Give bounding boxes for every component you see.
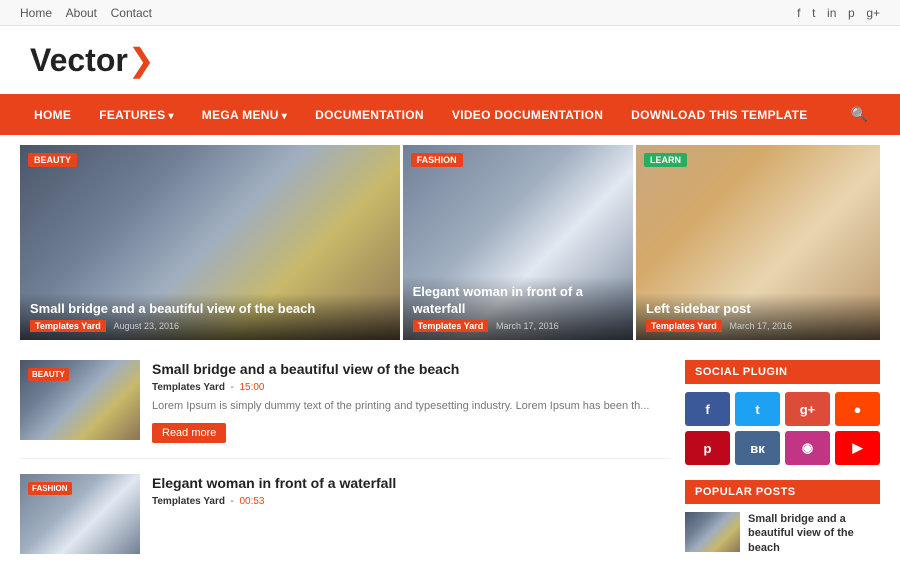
reddit-button[interactable]: ● bbox=[835, 392, 880, 426]
logo-arrow: ❯ bbox=[128, 42, 155, 78]
nav-links: HOME FEATURES MEGA MENU DOCUMENTATION VI… bbox=[20, 96, 822, 134]
featured-main-meta: Templates Yard August 23, 2016 bbox=[30, 321, 390, 332]
popular-posts-section: POPULAR POSTS Small bridge and a beautif… bbox=[685, 480, 880, 555]
social-grid: f t g+ ● p вк ◉ ▶ bbox=[685, 392, 880, 465]
top-bar-social: f t in p g+ bbox=[789, 5, 880, 20]
popular-post-item[interactable]: Small bridge and a beautiful view of the… bbox=[685, 512, 880, 555]
featured-grid: BEAUTY Small bridge and a beautiful view… bbox=[20, 145, 880, 340]
nav-home[interactable]: HOME bbox=[20, 96, 85, 134]
article2-thumb[interactable]: FASHION bbox=[20, 474, 140, 554]
article-info: Small bridge and a beautiful view of the… bbox=[152, 360, 670, 443]
featured-right-author: Templates Yard bbox=[646, 320, 722, 332]
article2-author: Templates Yard bbox=[152, 496, 225, 507]
featured-main-category[interactable]: BEAUTY bbox=[28, 153, 77, 167]
article2-title[interactable]: Elegant woman in front of a waterfall bbox=[152, 474, 670, 492]
article2-meta: Templates Yard - 00:53 bbox=[152, 496, 670, 507]
featured-main-caption: Small bridge and a beautiful view of the… bbox=[20, 293, 400, 340]
read-more-button[interactable]: Read more bbox=[152, 423, 226, 443]
featured-main-date: August 23, 2016 bbox=[113, 321, 179, 331]
article-author: Templates Yard bbox=[152, 382, 225, 393]
social-tw-top[interactable]: t bbox=[812, 6, 815, 20]
popular-post-thumb bbox=[685, 512, 740, 552]
popular-post-title: Small bridge and a beautiful view of the… bbox=[748, 512, 880, 555]
logo-text[interactable]: Vector bbox=[30, 42, 128, 78]
featured-right-category[interactable]: LEARN bbox=[644, 153, 687, 167]
article-card: BEAUTY Small bridge and a beautiful view… bbox=[20, 360, 670, 459]
featured-right-date: March 17, 2016 bbox=[729, 321, 792, 331]
top-bar-nav: Home About Contact bbox=[20, 5, 162, 20]
content-area: BEAUTY Small bridge and a beautiful view… bbox=[0, 350, 900, 580]
nav-contact[interactable]: Contact bbox=[111, 6, 152, 20]
featured-main[interactable]: BEAUTY Small bridge and a beautiful view… bbox=[20, 145, 400, 340]
logo-area: Vector❯ bbox=[0, 26, 900, 94]
social-fb-top[interactable]: f bbox=[797, 6, 800, 20]
featured-mid-caption: Elegant woman in front of a waterfall Te… bbox=[403, 276, 633, 340]
nav-docs[interactable]: DOCUMENTATION bbox=[301, 96, 438, 134]
social-pt-top[interactable]: p bbox=[848, 6, 855, 20]
article-time: 15:00 bbox=[239, 382, 264, 393]
featured-mid-meta: Templates Yard March 17, 2016 bbox=[413, 321, 623, 332]
article-category-badge[interactable]: BEAUTY bbox=[28, 368, 69, 381]
googleplus-button[interactable]: g+ bbox=[785, 392, 830, 426]
vk-button[interactable]: вк bbox=[735, 431, 780, 465]
search-icon[interactable]: 🔍 bbox=[839, 94, 880, 135]
sidebar: SOCIAL PLUGIN f t g+ ● p вк ◉ ▶ POPULAR … bbox=[685, 360, 880, 570]
article-title[interactable]: Small bridge and a beautiful view of the… bbox=[152, 360, 670, 378]
featured-mid[interactable]: FASHION Elegant woman in front of a wate… bbox=[403, 145, 633, 340]
featured-right-caption: Left sidebar post Templates Yard March 1… bbox=[636, 293, 880, 340]
nav-features[interactable]: FEATURES bbox=[85, 96, 188, 134]
youtube-button[interactable]: ▶ bbox=[835, 431, 880, 465]
featured-main-title: Small bridge and a beautiful view of the… bbox=[30, 301, 390, 318]
featured-mid-author: Templates Yard bbox=[413, 320, 489, 332]
nav-mega-menu[interactable]: MEGA MENU bbox=[188, 96, 301, 134]
featured-main-author: Templates Yard bbox=[30, 320, 106, 332]
pinterest-button[interactable]: p bbox=[685, 431, 730, 465]
featured-mid-category[interactable]: FASHION bbox=[411, 153, 463, 167]
featured-section: BEAUTY Small bridge and a beautiful view… bbox=[0, 135, 900, 350]
article-card-partial: FASHION Elegant woman in front of a wate… bbox=[20, 474, 670, 559]
facebook-button[interactable]: f bbox=[685, 392, 730, 426]
featured-right-meta: Templates Yard March 17, 2016 bbox=[646, 321, 870, 332]
top-bar: Home About Contact f t in p g+ bbox=[0, 0, 900, 26]
featured-mid-title: Elegant woman in front of a waterfall bbox=[413, 284, 623, 318]
featured-right[interactable]: LEARN Left sidebar post Templates Yard M… bbox=[636, 145, 880, 340]
social-gp-top[interactable]: g+ bbox=[866, 6, 880, 20]
article-thumb[interactable]: BEAUTY bbox=[20, 360, 140, 440]
article2-category-badge[interactable]: FASHION bbox=[28, 482, 72, 495]
main-content: BEAUTY Small bridge and a beautiful view… bbox=[20, 360, 670, 570]
social-plugin-section: SOCIAL PLUGIN f t g+ ● p вк ◉ ▶ bbox=[685, 360, 880, 465]
popular-posts-header: POPULAR POSTS bbox=[685, 480, 880, 504]
article-meta: Templates Yard - 15:00 bbox=[152, 382, 670, 393]
twitter-button[interactable]: t bbox=[735, 392, 780, 426]
nav-video-docs[interactable]: VIDEO DOCUMENTATION bbox=[438, 96, 617, 134]
instagram-button[interactable]: ◉ bbox=[785, 431, 830, 465]
social-plugin-header: SOCIAL PLUGIN bbox=[685, 360, 880, 384]
article2-info: Elegant woman in front of a waterfall Te… bbox=[152, 474, 670, 554]
nav-download[interactable]: DOWNLOAD THIS TEMPLATE bbox=[617, 96, 821, 134]
nav-about[interactable]: About bbox=[66, 6, 97, 20]
nav-bar: HOME FEATURES MEGA MENU DOCUMENTATION VI… bbox=[0, 94, 900, 135]
social-ig-top[interactable]: in bbox=[827, 6, 836, 20]
nav-home[interactable]: Home bbox=[20, 6, 52, 20]
featured-mid-date: March 17, 2016 bbox=[496, 321, 559, 331]
featured-right-title: Left sidebar post bbox=[646, 301, 870, 318]
article-excerpt: Lorem Ipsum is simply dummy text of the … bbox=[152, 398, 670, 415]
article2-time: 00:53 bbox=[239, 496, 264, 507]
